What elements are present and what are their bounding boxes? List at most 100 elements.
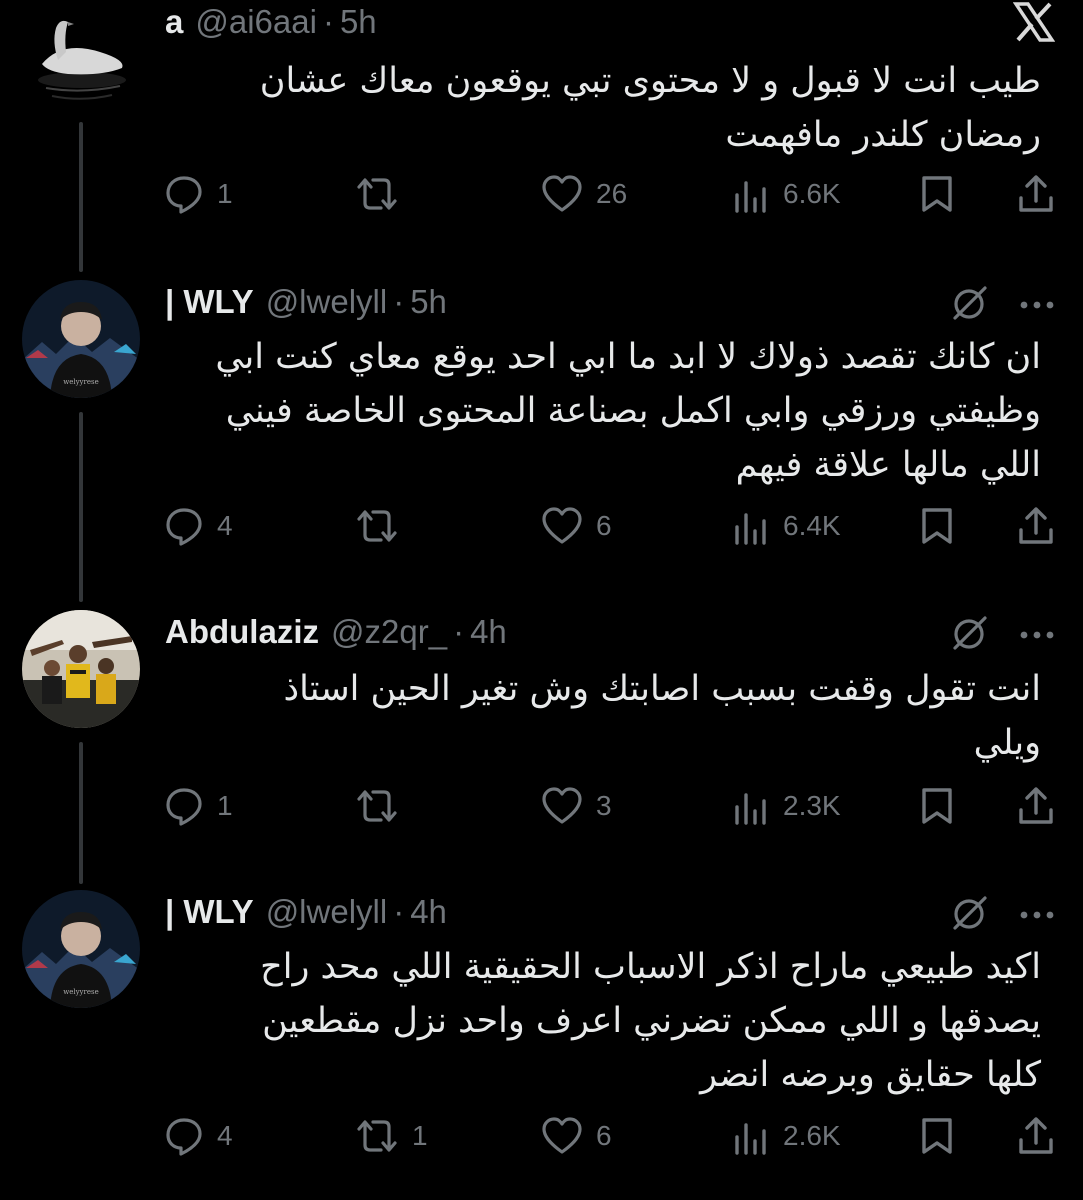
- avatar[interactable]: [22, 610, 140, 728]
- tweet-header: Abdulaziz @z2qr_ · 4h: [165, 610, 507, 654]
- views-count: 6.6K: [783, 178, 841, 209]
- tweet-header: | WLY @lwelyll · 4h: [165, 890, 447, 934]
- views-button[interactable]: 2.6K: [731, 1114, 841, 1158]
- grok-icon[interactable]: [951, 894, 989, 937]
- separator-dot: ·: [322, 3, 334, 40]
- x-logo-icon[interactable]: [1012, 2, 1056, 47]
- views-chart-icon: [735, 513, 766, 545]
- like-count: 6: [596, 510, 612, 541]
- like-count: 3: [596, 790, 612, 821]
- separator-dot: ·: [453, 613, 465, 650]
- bookmark-button[interactable]: [918, 504, 956, 548]
- timestamp[interactable]: 4h: [410, 893, 447, 931]
- heart-icon: [542, 175, 582, 212]
- retweet-button[interactable]: [354, 784, 412, 828]
- retweet-button[interactable]: [354, 504, 412, 548]
- reply-icon: [166, 1118, 202, 1156]
- retweet-button[interactable]: 1: [354, 1114, 428, 1158]
- reply-icon: [166, 508, 202, 546]
- views-count: 2.3K: [783, 790, 841, 821]
- reply-button[interactable]: 4: [163, 1114, 233, 1158]
- timestamp[interactable]: 5h: [340, 3, 377, 41]
- more-options-icon[interactable]: [1019, 627, 1055, 645]
- user-handle[interactable]: @z2qr_: [331, 613, 447, 651]
- bookmark-button[interactable]: [918, 1114, 956, 1158]
- crowd-photo: [22, 610, 140, 728]
- separator-dot: ·: [393, 283, 405, 320]
- avatar[interactable]: [22, 2, 140, 120]
- profile-photo: welyyrese: [22, 890, 140, 1008]
- like-count: 6: [596, 1120, 612, 1151]
- display-name[interactable]: | WLY: [165, 283, 254, 321]
- views-chart-icon: [735, 1123, 766, 1155]
- tweet-text-line: طيب انت لا قبول و لا محتوى تبي يوقعون مع…: [259, 61, 1041, 101]
- bookmark-icon: [922, 176, 952, 212]
- swan-icon: [22, 2, 140, 120]
- tweet-header: | WLY @lwelyll · 5h: [165, 280, 447, 324]
- tweet[interactable]: welyyrese | WLY @lwelyll · 4h اكيد طبيعي…: [0, 890, 1083, 1180]
- tweet-text: ان كانك تقصد ذولاك لا ابد ما ابي احد يوق…: [165, 330, 1041, 492]
- tweet[interactable]: Abdulaziz @z2qr_ · 4h انت تقول وقفت بسبب…: [0, 610, 1083, 850]
- views-button[interactable]: 6.6K: [731, 172, 841, 216]
- timestamp[interactable]: 5h: [410, 283, 447, 321]
- tweet-actions: 1 26 6.6K: [0, 172, 1083, 216]
- user-handle[interactable]: @lwelyll: [266, 283, 388, 321]
- share-icon: [1019, 175, 1053, 212]
- tweet[interactable]: a @ai6aai · 5h طيب انت لا قبول و لا محتو…: [0, 0, 1083, 240]
- views-button[interactable]: 6.4K: [731, 504, 841, 548]
- views-count: 2.6K: [783, 1120, 841, 1151]
- like-button[interactable]: 6: [540, 1114, 612, 1158]
- display-name[interactable]: | WLY: [165, 893, 254, 931]
- tweet-text: انت تقول وقفت بسبب اصابتك وش تغير الحين …: [165, 662, 1041, 770]
- bookmark-icon: [922, 788, 952, 824]
- svg-text:welyyrese: welyyrese: [63, 378, 99, 386]
- share-button[interactable]: [1016, 172, 1056, 216]
- more-options-icon[interactable]: [1019, 297, 1055, 315]
- tweet-text-line: يصدقها و اللي ممكن تضرني اعرف واحد نزل م…: [262, 1001, 1041, 1041]
- tweet-text-line: اللي مالها علاقة فيهم: [735, 445, 1041, 485]
- user-handle[interactable]: @ai6aai: [195, 3, 317, 41]
- user-handle[interactable]: @lwelyll: [266, 893, 388, 931]
- heart-icon: [542, 787, 582, 824]
- reply-icon: [166, 176, 202, 214]
- tweet-actions: 1 3 2.3K: [0, 784, 1083, 828]
- avatar[interactable]: welyyrese: [22, 890, 140, 1008]
- heart-icon: [542, 507, 582, 544]
- tweet-text: طيب انت لا قبول و لا محتوى تبي يوقعون مع…: [165, 54, 1041, 162]
- reply-count: 1: [217, 178, 233, 209]
- display-name[interactable]: a: [165, 3, 183, 41]
- like-button[interactable]: 26: [540, 172, 627, 216]
- share-button[interactable]: [1016, 504, 1056, 548]
- bookmark-icon: [922, 1118, 952, 1154]
- bookmark-button[interactable]: [918, 172, 956, 216]
- grok-icon[interactable]: [951, 614, 989, 657]
- timestamp[interactable]: 4h: [470, 613, 507, 651]
- more-options-icon[interactable]: [1019, 907, 1055, 925]
- reply-button[interactable]: 1: [163, 784, 233, 828]
- tweet-text-line: ويلي: [973, 723, 1041, 763]
- share-button[interactable]: [1016, 784, 1056, 828]
- grok-icon[interactable]: [951, 284, 989, 327]
- tweet-text-line: كلها حقايق وبرضه انضر: [700, 1055, 1041, 1095]
- display-name[interactable]: Abdulaziz: [165, 613, 319, 651]
- like-button[interactable]: 3: [540, 784, 612, 828]
- heart-icon: [542, 1117, 582, 1154]
- retweet-count: 1: [412, 1120, 428, 1151]
- tweet-text: اكيد طبيعي ماراح اذكر الاسباب الحقيقية ا…: [165, 940, 1041, 1102]
- share-button[interactable]: [1016, 1114, 1056, 1158]
- like-button[interactable]: 6: [540, 504, 612, 548]
- tweet-text-line: اكيد طبيعي ماراح اذكر الاسباب الحقيقية ا…: [260, 947, 1041, 987]
- reply-button[interactable]: 1: [163, 172, 233, 216]
- separator-dot: ·: [393, 893, 405, 930]
- views-button[interactable]: 2.3K: [731, 784, 841, 828]
- tweet[interactable]: welyyrese | WLY @lwelyll · 5h ان كانك تق…: [0, 280, 1083, 570]
- retweet-button[interactable]: [354, 172, 412, 216]
- views-chart-icon: [735, 181, 766, 213]
- reply-button[interactable]: 4: [163, 504, 233, 548]
- bookmark-button[interactable]: [918, 784, 956, 828]
- views-chart-icon: [735, 793, 766, 825]
- bookmark-icon: [922, 508, 952, 544]
- avatar[interactable]: welyyrese: [22, 280, 140, 398]
- retweet-icon: [357, 790, 397, 822]
- share-icon: [1019, 507, 1053, 544]
